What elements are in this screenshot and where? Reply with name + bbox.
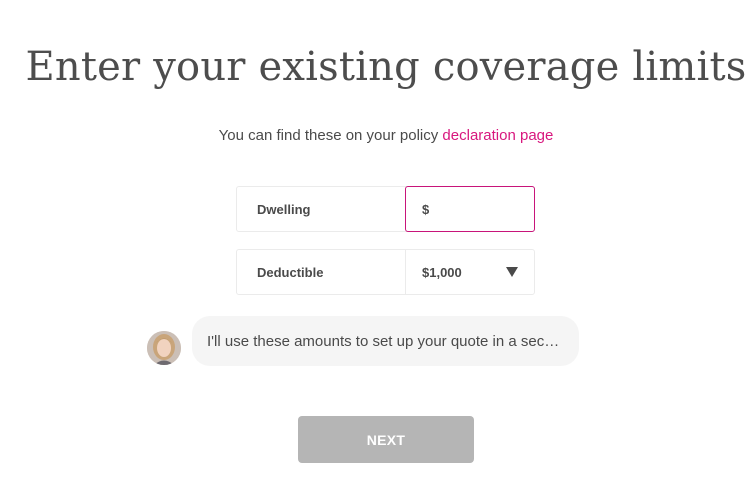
next-button[interactable]: NEXT [298, 416, 474, 463]
caret-down-icon[interactable] [506, 267, 518, 277]
chat-bubble: I'll use these amounts to set up your qu… [192, 316, 579, 366]
page-title: Enter your existing coverage limits [25, 44, 747, 90]
subtitle-text: You can find these on your policy [218, 127, 443, 144]
dwelling-input-wrapper[interactable]: $ [405, 186, 535, 232]
dwelling-label: Dwelling [257, 201, 311, 217]
agent-avatar [147, 331, 181, 365]
chat-message: I'll use these amounts to set up your qu… [207, 332, 560, 350]
deductible-row: Deductible $1,000 [236, 249, 535, 295]
deductible-selected-value: $1,000 [422, 264, 462, 280]
declaration-page-link[interactable]: declaration page [442, 127, 553, 144]
currency-prefix: $ [422, 201, 430, 217]
dwelling-input[interactable] [429, 201, 534, 217]
dwelling-row: Dwelling $ [236, 186, 535, 232]
deductible-select[interactable]: $1,000 [406, 250, 534, 294]
agent-avatar-image [147, 331, 181, 365]
page-subtitle: You can find these on your policy declar… [0, 127, 749, 144]
deductible-label: Deductible [237, 250, 406, 294]
